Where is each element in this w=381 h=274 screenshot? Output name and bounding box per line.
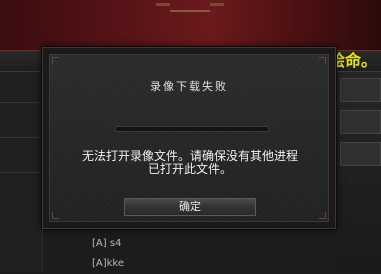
dialog-title: 录像下载失败: [150, 80, 228, 93]
dialog-message-line: 已打开此文件。: [147, 162, 232, 176]
background-right-button[interactable]: [340, 110, 381, 134]
banner-ornament: [156, 0, 224, 12]
corner-ornament: [319, 57, 326, 64]
background-right-panel: [336, 72, 381, 273]
top-banner: [0, 0, 381, 51]
divider: [0, 137, 42, 138]
dialog-message: 无法打开录像文件。请确保没有其他进程 已打开此文件。: [59, 150, 321, 176]
corner-ornament: [52, 57, 59, 64]
background-player-list: [A] s4 [A]kke: [92, 234, 124, 274]
background-right-button[interactable]: [340, 142, 381, 166]
download-failed-dialog: 录像下载失败 无法打开录像文件。请确保没有其他进程 已打开此文件。 确定: [42, 47, 336, 229]
corner-ornament: [52, 212, 59, 219]
background-left-panel: [0, 72, 43, 273]
list-item[interactable]: [A]kke: [92, 254, 124, 274]
divider: [0, 102, 42, 103]
download-progress-bar: [115, 126, 269, 132]
list-item[interactable]: [A] s4: [92, 234, 124, 254]
ok-button[interactable]: 确定: [124, 198, 256, 216]
corner-ornament: [319, 212, 326, 219]
background-right-button[interactable]: [340, 78, 381, 102]
divider: [0, 172, 42, 173]
